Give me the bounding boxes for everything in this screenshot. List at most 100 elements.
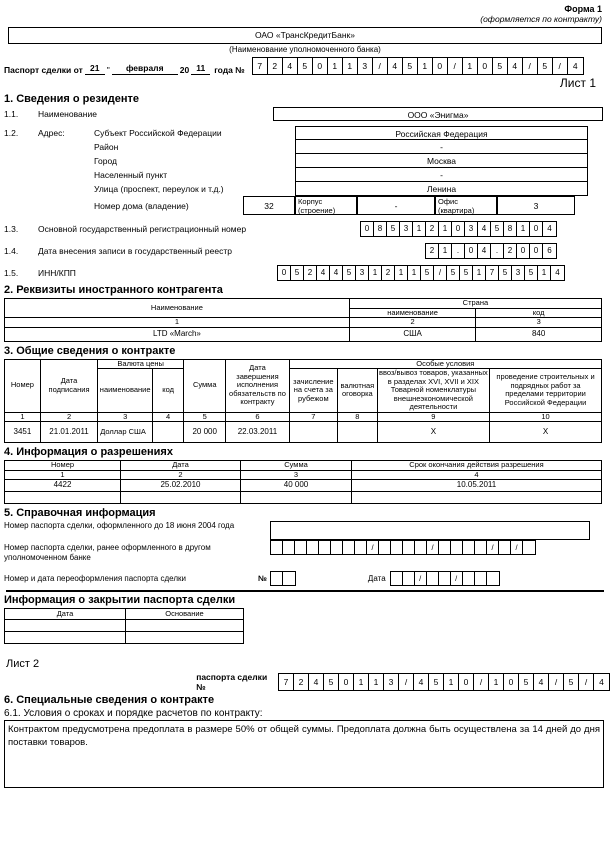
registration-date-cell[interactable]: 4 — [478, 244, 491, 258]
other-bank-passport-cell[interactable] — [331, 541, 343, 554]
passport-number-cell[interactable]: 4 — [567, 58, 583, 74]
permit-date-value[interactable] — [120, 491, 241, 504]
sheet2-passport-cell[interactable]: 1 — [354, 674, 369, 690]
inn-kpp-cell[interactable]: 1 — [369, 266, 382, 280]
sheet2-passport-cell[interactable]: 7 — [279, 674, 294, 690]
reissue-date-cell[interactable]: / — [450, 572, 463, 585]
reissue-number-cell[interactable] — [270, 572, 283, 585]
passport-number-cell[interactable]: 2 — [267, 58, 283, 74]
inn-kpp-cell[interactable]: 5 — [343, 266, 356, 280]
other-bank-passport-cell[interactable]: / — [427, 541, 439, 554]
sheet2-passport-cell[interactable]: 3 — [384, 674, 399, 690]
ogrn-cells[interactable]: 085312103458104 — [360, 221, 557, 237]
ogrn-cell[interactable]: 0 — [452, 222, 465, 236]
sheet2-passport-cell[interactable]: 0 — [504, 674, 519, 690]
inn-kpp-cell[interactable]: 5 — [421, 266, 434, 280]
registration-date-cell[interactable]: 6 — [543, 244, 556, 258]
sheet2-passport-cell[interactable]: 4 — [594, 674, 609, 690]
reissue-date-cell[interactable]: / — [414, 572, 427, 585]
permit-expiry-value[interactable] — [351, 491, 602, 504]
resident-name-value[interactable]: ООО «Энигма» — [273, 107, 603, 121]
passport-number-cell[interactable]: 1 — [327, 58, 343, 74]
inn-kpp-cell[interactable]: 7 — [486, 266, 499, 280]
sheet2-passport-cell[interactable]: 1 — [489, 674, 504, 690]
registration-date-cell[interactable]: 1 — [439, 244, 452, 258]
goods-import-value[interactable]: X — [376, 421, 491, 443]
address-row-2-value[interactable]: Москва — [295, 154, 588, 168]
contract-sign-date-value[interactable]: 21.01.2011 — [39, 421, 99, 443]
ogrn-cell[interactable]: 4 — [478, 222, 491, 236]
inn-kpp-cell[interactable]: 5 — [525, 266, 538, 280]
sheet2-passport-cell[interactable]: / — [579, 674, 594, 690]
inn-kpp-cell[interactable]: 5 — [447, 266, 460, 280]
other-bank-passport-cell[interactable]: / — [367, 541, 379, 554]
other-bank-passport-cell[interactable]: / — [487, 541, 499, 554]
registration-date-cell[interactable]: 0 — [517, 244, 530, 258]
sheet2-passport-cell[interactable]: 1 — [369, 674, 384, 690]
contract-terms-textarea[interactable]: Контрактом предусмотрена предоплата в ра… — [4, 720, 604, 788]
reissue-date-cell[interactable] — [390, 572, 403, 585]
inn-kpp-cell[interactable]: 5 — [291, 266, 304, 280]
other-bank-passport-cell[interactable] — [379, 541, 391, 554]
registration-date-cell[interactable]: . — [491, 244, 504, 258]
inn-kpp-cell[interactable]: 1 — [473, 266, 486, 280]
old-passport-box[interactable] — [270, 521, 590, 540]
passport-month-field[interactable]: февраля — [111, 63, 178, 75]
inn-kpp-cell[interactable]: 4 — [317, 266, 330, 280]
passport-number-cell[interactable]: 4 — [282, 58, 298, 74]
reissue-number-cell[interactable] — [282, 572, 295, 585]
other-bank-passport-cell[interactable] — [439, 541, 451, 554]
permit-expiry-value[interactable]: 10.05.2011 — [351, 479, 602, 492]
registration-date-cell[interactable]: . — [452, 244, 465, 258]
address-row-0-value[interactable]: Российская Федерация — [295, 126, 588, 140]
other-bank-passport-cell[interactable] — [523, 541, 535, 554]
reissue-date-cell[interactable] — [462, 572, 475, 585]
office-value[interactable]: 3 — [497, 196, 575, 215]
inn-kpp-cell[interactable]: 5 — [460, 266, 473, 280]
counterparty-country-name-value[interactable]: США — [348, 326, 477, 342]
ogrn-cell[interactable]: 5 — [387, 222, 400, 236]
passport-number-cell[interactable]: 1 — [342, 58, 358, 74]
sheet2-passport-cell[interactable]: / — [549, 674, 564, 690]
sheet2-passport-cell[interactable]: 5 — [429, 674, 444, 690]
sheet2-passport-cell[interactable]: 4 — [534, 674, 549, 690]
passport-number-cell[interactable]: / — [447, 58, 463, 74]
address-row-4-value[interactable]: Ленина — [295, 182, 588, 196]
other-bank-passport-cell[interactable] — [295, 541, 307, 554]
reissue-date-cell[interactable] — [438, 572, 451, 585]
reissue-date-cell[interactable] — [486, 572, 499, 585]
inn-kpp-cell[interactable]: 1 — [538, 266, 551, 280]
passport-number-cell[interactable]: / — [522, 58, 538, 74]
other-bank-passport-cells[interactable]: / / / / — [270, 540, 536, 555]
ogrn-cell[interactable]: 1 — [517, 222, 530, 236]
permit-number-value[interactable] — [4, 491, 121, 504]
passport-number-cell[interactable]: 4 — [507, 58, 523, 74]
sheet2-passport-cell[interactable]: / — [474, 674, 489, 690]
passport-number-cell[interactable]: 1 — [462, 58, 478, 74]
other-bank-passport-cell[interactable] — [403, 541, 415, 554]
inn-kpp-cell[interactable]: 0 — [278, 266, 291, 280]
registration-date-cell[interactable]: 2 — [426, 244, 439, 258]
inn-kpp-cell[interactable]: / — [434, 266, 447, 280]
passport-number-cell[interactable]: / — [552, 58, 568, 74]
sheet2-passport-cell[interactable]: 2 — [294, 674, 309, 690]
inn-kpp-cell[interactable]: 4 — [551, 266, 564, 280]
passport-number-cell[interactable]: 3 — [357, 58, 373, 74]
sheet2-passport-cells[interactable]: 7 2 4 5 0 1 1 3/4 5 1 0/1 0 5 4/5/4 — [278, 673, 610, 691]
other-bank-passport-cell[interactable] — [271, 541, 283, 554]
ogrn-cell[interactable]: 8 — [374, 222, 387, 236]
permit-sum-value[interactable]: 40 000 — [240, 479, 352, 492]
sheet2-passport-cell[interactable]: 5 — [324, 674, 339, 690]
sheet2-passport-cell[interactable]: 4 — [414, 674, 429, 690]
registration-date-cells[interactable]: 21.04.2006 — [425, 243, 557, 259]
passport-number-cell[interactable]: 1 — [417, 58, 433, 74]
ogrn-cell[interactable]: 8 — [504, 222, 517, 236]
sheet2-passport-cell[interactable]: / — [399, 674, 414, 690]
sheet2-passport-cell[interactable]: 1 — [444, 674, 459, 690]
currency-clause-value[interactable] — [337, 421, 378, 443]
counterparty-country-code-value[interactable]: 840 — [475, 326, 602, 342]
passport-number-cell[interactable]: 0 — [432, 58, 448, 74]
counterparty-name-value[interactable]: LTD «March» — [4, 326, 350, 342]
sheet2-passport-cell[interactable]: 5 — [564, 674, 579, 690]
passport-number-cell[interactable]: 5 — [537, 58, 553, 74]
